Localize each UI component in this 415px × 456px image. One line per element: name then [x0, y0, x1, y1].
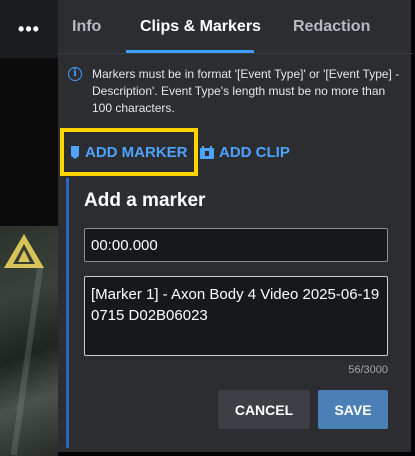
form-title: Add a marker: [84, 190, 206, 211]
marker-description-input[interactable]: [Marker 1] - Axon Body 4 Video 2025-06-1…: [84, 276, 388, 356]
add-clip-button[interactable]: ADD CLIP: [200, 128, 290, 176]
video-preview: [0, 226, 58, 456]
marker-tag-icon: [71, 145, 79, 159]
tab-redaction[interactable]: Redaction: [293, 18, 370, 36]
character-count: 56/3000: [348, 364, 388, 376]
marker-time-input[interactable]: [84, 228, 388, 262]
active-tab-indicator: [126, 50, 254, 53]
info-circle-icon: i: [68, 67, 82, 81]
more-icon: •••: [18, 19, 40, 39]
video-streak: [10, 266, 44, 456]
add-marker-button[interactable]: ADD MARKER: [60, 128, 198, 176]
cancel-button[interactable]: CANCEL: [218, 390, 310, 429]
info-text: Markers must be in format '[Event Type]'…: [92, 67, 400, 115]
tab-info[interactable]: Info: [72, 18, 101, 36]
video-strip: •••: [0, 0, 58, 456]
clip-icon: [200, 145, 214, 159]
add-marker-form: Add a marker [Marker 1] - Axon Body 4 Vi…: [66, 178, 406, 448]
more-menu-button[interactable]: •••: [0, 0, 58, 58]
tab-bar: Info Clips & Markers Redaction: [58, 0, 413, 54]
add-clip-label: ADD CLIP: [219, 143, 290, 161]
form-accent-bar: [66, 178, 69, 448]
save-button[interactable]: SAVE: [318, 390, 388, 429]
add-marker-label: ADD MARKER: [85, 143, 188, 161]
axon-logo-icon: [4, 234, 44, 268]
clips-markers-panel: Info Clips & Markers Redaction i Markers…: [58, 0, 413, 454]
marker-actions: ADD MARKER ADD CLIP: [58, 128, 413, 178]
tab-clips-markers[interactable]: Clips & Markers: [140, 18, 261, 36]
